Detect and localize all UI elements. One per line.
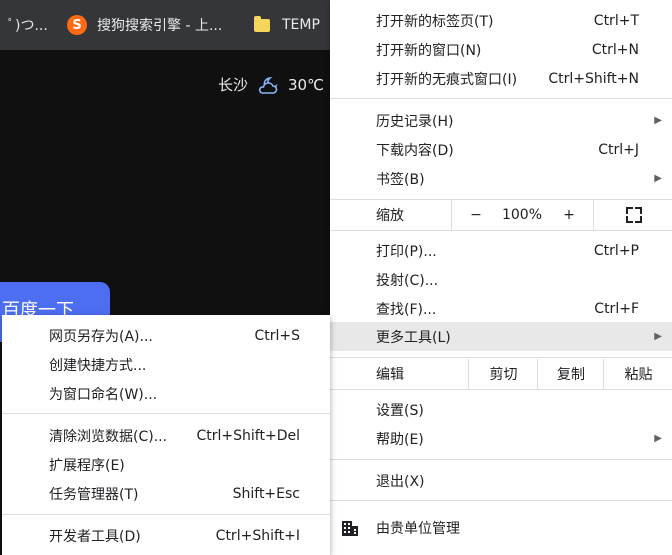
weather-temp: 30℃: [288, 75, 324, 94]
menu-new-incognito[interactable]: 打开新的无痕式窗口(I) Ctrl+Shift+N: [330, 64, 672, 93]
chevron-right-icon: ▶: [654, 433, 662, 444]
zoom-out-button[interactable]: −: [451, 200, 500, 230]
chevron-right-icon: ▶: [654, 331, 662, 342]
bookmark-label: 搜狗搜索引擎 - 上...: [97, 18, 223, 34]
weather-widget[interactable]: 长沙 30℃: [218, 74, 324, 95]
menu-separator: [2, 413, 330, 414]
folder-icon: [254, 15, 270, 32]
menu-separator: [330, 230, 672, 231]
menu-separator: [330, 500, 672, 501]
bookmarks-bar: ﾟ)つ... S 搜狗搜索引擎 - 上... TEMP: [0, 0, 330, 50]
menu-downloads[interactable]: 下载内容(D) Ctrl+J: [330, 135, 672, 164]
menu-separator: [2, 514, 330, 515]
zoom-in-button[interactable]: +: [545, 200, 593, 230]
menu-separator: [330, 357, 672, 358]
menu-print[interactable]: 打印(P)... Ctrl+P: [330, 236, 672, 265]
fullscreen-icon: [625, 207, 642, 223]
menu-zoom-row: 缩放 − 100% +: [330, 200, 672, 230]
menu-history[interactable]: 历史记录(H) ▶: [330, 106, 672, 135]
cut-button[interactable]: 剪切: [468, 359, 538, 389]
bookmark-label: TEMP: [282, 17, 320, 33]
menu-more-tools[interactable]: 更多工具(L) ▶: [330, 322, 672, 351]
chevron-right-icon: ▶: [654, 115, 662, 126]
menu-separator: [330, 98, 672, 99]
building-icon: [342, 521, 358, 536]
paste-button[interactable]: 粘贴: [603, 359, 672, 389]
submenu-extensions[interactable]: 扩展程序(E): [2, 450, 330, 479]
submenu-task-manager[interactable]: 任务管理器(T) Shift+Esc: [2, 479, 330, 508]
submenu-name-window[interactable]: 为窗口命名(W)...: [2, 379, 330, 408]
more-tools-submenu: 网页另存为(A)... Ctrl+S 创建快捷方式... 为窗口命名(W)...…: [2, 315, 330, 555]
browser-menu: 打开新的标签页(T) Ctrl+T 打开新的窗口(N) Ctrl+N 打开新的无…: [330, 0, 672, 555]
submenu-create-shortcut[interactable]: 创建快捷方式...: [2, 350, 330, 379]
menu-separator: [330, 459, 672, 460]
menu-exit[interactable]: 退出(X): [330, 466, 672, 495]
submenu-clear-data[interactable]: 清除浏览数据(C)... Ctrl+Shift+Del: [2, 421, 330, 450]
chevron-right-icon: ▶: [654, 173, 662, 184]
zoom-level: 100%: [501, 207, 543, 223]
cloud-moon-icon: [258, 76, 278, 94]
fullscreen-button[interactable]: [593, 200, 672, 230]
menu-managed-by-org[interactable]: 由贵单位管理: [330, 513, 672, 543]
menu-cast[interactable]: 投射(C)...: [330, 265, 672, 294]
bookmark-item[interactable]: ﾟ)つ...: [8, 0, 48, 50]
menu-help[interactable]: 帮助(E) ▶: [330, 424, 672, 453]
menu-edit-row: 编辑 剪切 复制 粘贴: [330, 359, 672, 389]
menu-find[interactable]: 查找(F)... Ctrl+F: [330, 294, 672, 323]
submenu-dev-tools[interactable]: 开发者工具(D) Ctrl+Shift+I: [2, 521, 330, 550]
menu-settings[interactable]: 设置(S): [330, 395, 672, 424]
sogou-icon: S: [67, 15, 87, 35]
menu-separator: [330, 389, 672, 390]
bookmark-label: ﾟ)つ...: [8, 18, 48, 34]
menu-new-tab[interactable]: 打开新的标签页(T) Ctrl+T: [330, 6, 672, 35]
menu-bookmarks[interactable]: 书签(B) ▶: [330, 164, 672, 193]
bookmark-folder-temp[interactable]: TEMP: [254, 0, 320, 50]
submenu-save-page[interactable]: 网页另存为(A)... Ctrl+S: [2, 321, 330, 350]
menu-new-window[interactable]: 打开新的窗口(N) Ctrl+N: [330, 35, 672, 64]
bookmark-item-sogou[interactable]: S 搜狗搜索引擎 - 上...: [67, 0, 222, 50]
copy-button[interactable]: 复制: [537, 359, 604, 389]
weather-city: 长沙: [218, 76, 249, 94]
